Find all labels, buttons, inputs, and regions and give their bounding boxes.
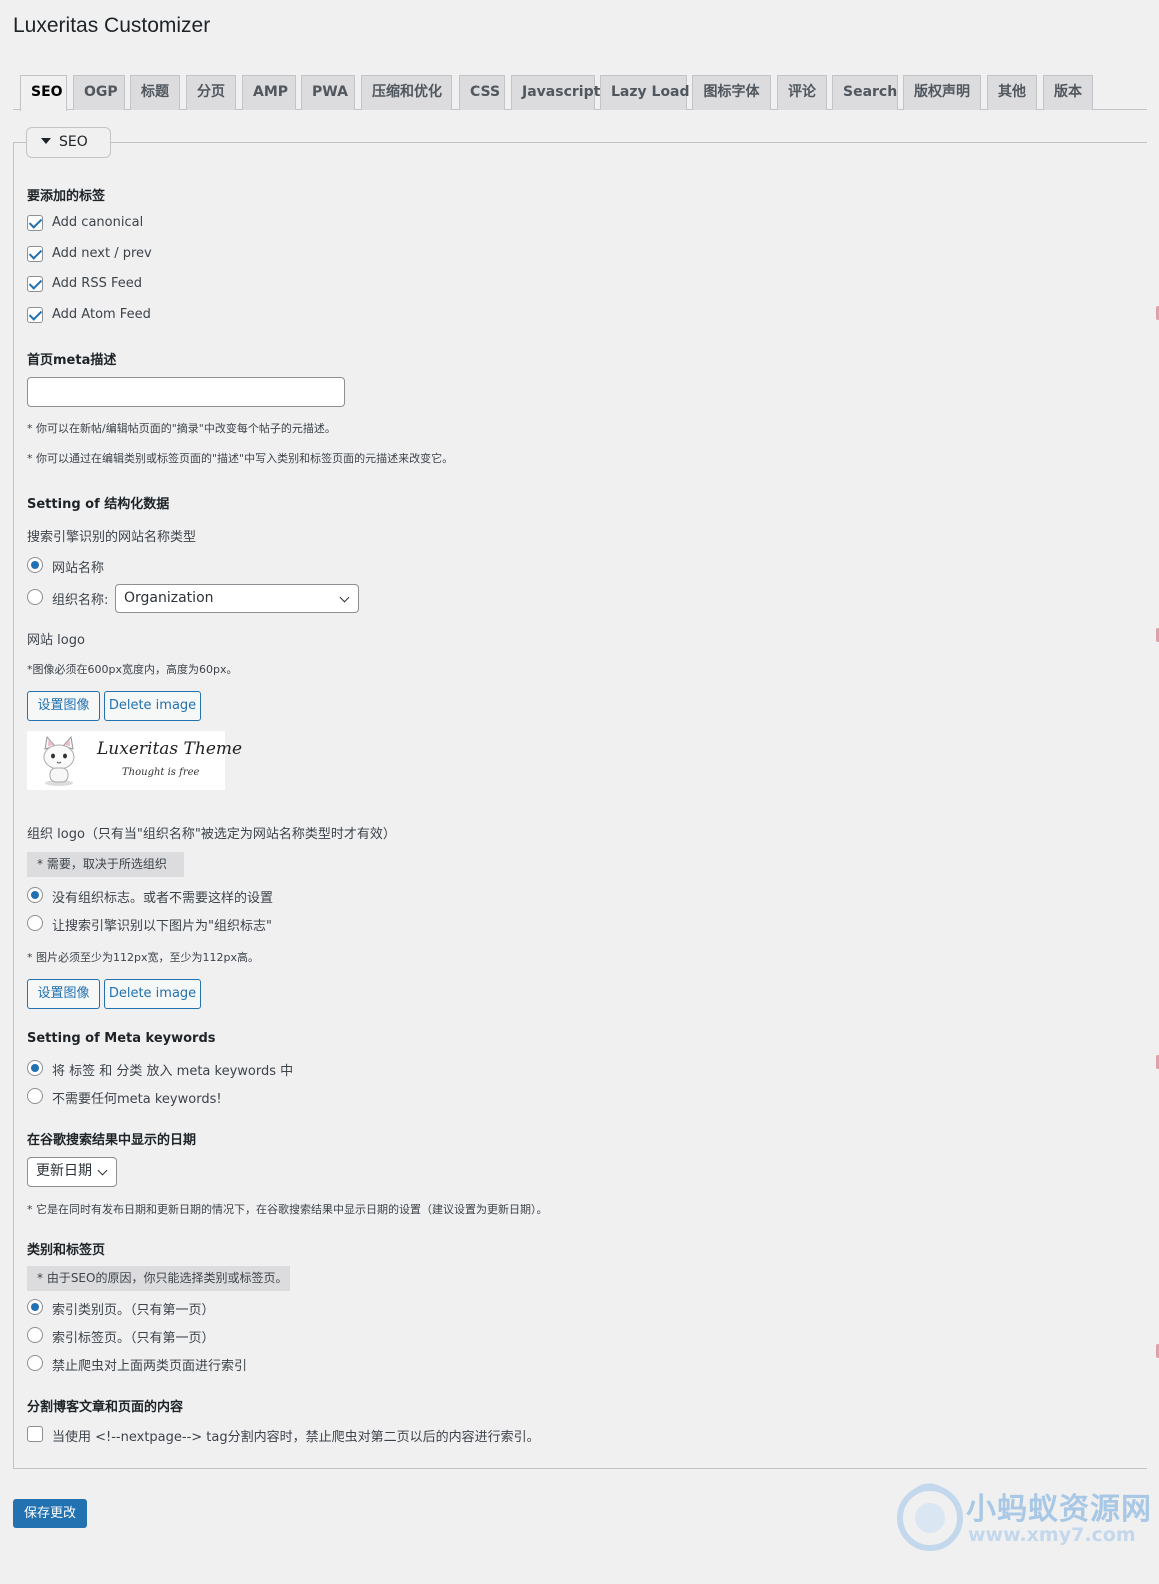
- label-site-name: 网站名称: [52, 561, 105, 576]
- set-org-logo-button[interactable]: 设置图像: [27, 979, 100, 1009]
- radio-org-logo-use[interactable]: [27, 915, 43, 931]
- delete-site-logo-button[interactable]: Delete image: [104, 691, 201, 721]
- radio-keywords-put[interactable]: [27, 1060, 43, 1076]
- section-legend-label: SEO: [59, 134, 88, 150]
- page-title: Luxeritas Customizer: [13, 14, 211, 37]
- logo-preview-title: Luxeritas Theme: [97, 739, 243, 759]
- tab-css[interactable]: CSS: [459, 75, 505, 110]
- tab-version[interactable]: 版本: [1043, 75, 1093, 110]
- google-date-select-value: 更新日期: [36, 1163, 92, 1179]
- checkbox-add-atom-feed[interactable]: [27, 307, 43, 323]
- tab-pagination[interactable]: 分页: [186, 75, 236, 110]
- site-watermark: 小蚂蚁资源网 www.xmy7.com: [896, 1482, 1156, 1562]
- org-type-select-value: Organization: [124, 590, 214, 606]
- structured-data-heading: Setting of 结构化数据: [27, 497, 170, 512]
- tab-comments[interactable]: 评论: [777, 75, 827, 110]
- label-org-name: 组织名称:: [52, 593, 109, 608]
- save-changes-button[interactable]: 保存更改: [13, 1499, 87, 1528]
- tab-bar: SEO OGP 标题 分页 AMP PWA 压缩和优化 CSS Javascri…: [13, 75, 1147, 111]
- category-tag-heading: 类别和标签页: [27, 1243, 106, 1258]
- org-logo-requirement: * 需要，取决于所选组织: [27, 852, 184, 877]
- tab-javascript[interactable]: Javascript: [511, 75, 600, 110]
- tab-seo[interactable]: SEO: [20, 75, 67, 111]
- site-logo-label: 网站 logo: [27, 633, 85, 648]
- meta-description-note-2: * 你可以通过在编辑类别或标签页面的"描述"中写入类别和标签页面的元描述来改变它…: [27, 452, 454, 465]
- split-content-heading: 分割博客文章和页面的内容: [27, 1400, 184, 1415]
- chevron-down-icon: [97, 1165, 108, 1176]
- label-index-none: 禁止爬虫对上面两类页面进行索引: [52, 1359, 248, 1374]
- label-index-tag: 索引标签页。（只有第一页）: [52, 1331, 215, 1346]
- chevron-down-icon: [339, 592, 350, 603]
- tags-heading: 要添加的标签: [27, 189, 106, 204]
- tab-icon-font[interactable]: 图标字体: [692, 75, 771, 110]
- google-date-note: * 它是在同时有发布日期和更新日期的情况下，在谷歌搜索结果中显示日期的设置（建议…: [27, 1203, 548, 1216]
- org-logo-note: * 图片必须至少为112px宽，至少为112px高。: [27, 951, 259, 964]
- meta-keywords-heading: Setting of Meta keywords: [27, 1031, 216, 1046]
- meta-description-input[interactable]: [27, 377, 345, 407]
- category-tag-notice: * 由于SEO的原因，你只能选择类别或标签页。: [27, 1266, 290, 1291]
- label-org-logo-none: 没有组织标志。或者不需要这样的设置: [52, 891, 274, 906]
- tab-ogp[interactable]: OGP: [73, 75, 125, 110]
- meta-description-note-1: * 你可以在新帖/编辑帖页面的"摘录"中改变每个帖子的元描述。: [27, 422, 336, 435]
- radio-index-none[interactable]: [27, 1355, 43, 1371]
- radio-site-name[interactable]: [27, 557, 43, 573]
- cat-mascot-icon: [43, 735, 75, 786]
- label-keywords-none: 不需要任何meta keywords!: [52, 1092, 222, 1107]
- label-add-atom-feed: Add Atom Feed: [52, 307, 151, 322]
- radio-org-name[interactable]: [27, 589, 43, 605]
- checkbox-split-content[interactable]: [27, 1426, 43, 1442]
- google-date-select[interactable]: 更新日期: [27, 1157, 117, 1187]
- ant-logo-icon: [897, 1483, 963, 1551]
- tab-amp[interactable]: AMP: [242, 75, 296, 110]
- set-site-logo-button[interactable]: 设置图像: [27, 691, 100, 721]
- label-org-logo-use: 让搜索引擎识别以下图片为"组织标志": [52, 919, 272, 934]
- label-add-next-prev: Add next / prev: [52, 246, 152, 261]
- caret-down-icon: [41, 138, 51, 144]
- watermark-title: 小蚂蚁资源网: [966, 1492, 1152, 1527]
- google-date-heading: 在谷歌搜索结果中显示的日期: [27, 1133, 197, 1148]
- radio-org-logo-none[interactable]: [27, 887, 43, 903]
- checkbox-add-canonical[interactable]: [27, 215, 43, 231]
- tab-other[interactable]: 其他: [987, 75, 1037, 110]
- radio-index-category[interactable]: [27, 1299, 43, 1315]
- site-name-type-label: 搜索引擎识别的网站名称类型: [27, 530, 197, 545]
- label-index-category: 索引类别页。（只有第一页）: [52, 1303, 215, 1318]
- checkbox-add-rss-feed[interactable]: [27, 276, 43, 292]
- tab-pwa[interactable]: PWA: [301, 75, 355, 110]
- logo-preview-subtitle: Thought is free: [122, 767, 200, 778]
- section-toggle-seo[interactable]: SEO: [26, 127, 111, 158]
- delete-org-logo-button[interactable]: Delete image: [104, 979, 201, 1009]
- label-add-rss-feed: Add RSS Feed: [52, 276, 142, 291]
- label-keywords-put: 将 标签 和 分类 放入 meta keywords 中: [52, 1064, 294, 1079]
- label-add-canonical: Add canonical: [52, 215, 144, 230]
- watermark-url: www.xmy7.com: [968, 1524, 1136, 1546]
- checkbox-add-next-prev[interactable]: [27, 246, 43, 262]
- tab-title[interactable]: 标题: [130, 75, 180, 110]
- tab-lazy-load[interactable]: Lazy Load: [600, 75, 690, 110]
- org-logo-label: 组织 logo（只有当"组织名称"被选定为网站名称类型时才有效）: [27, 827, 396, 842]
- meta-description-heading: 首页meta描述: [27, 353, 117, 368]
- tab-search[interactable]: Search: [832, 75, 898, 110]
- org-type-select[interactable]: Organization: [115, 584, 359, 613]
- tab-copyright[interactable]: 版权声明: [903, 75, 981, 110]
- site-logo-note: *图像必须在600px宽度内，高度为60px。: [27, 663, 238, 676]
- site-logo-preview: Luxeritas Theme Thought is free: [27, 731, 242, 790]
- label-split-content: 当使用 <!--nextpage--> tag分割内容时，禁止爬虫对第二页以后的…: [52, 1430, 540, 1445]
- radio-keywords-none[interactable]: [27, 1088, 43, 1104]
- radio-index-tag[interactable]: [27, 1327, 43, 1343]
- tab-compression[interactable]: 压缩和优化: [361, 75, 452, 110]
